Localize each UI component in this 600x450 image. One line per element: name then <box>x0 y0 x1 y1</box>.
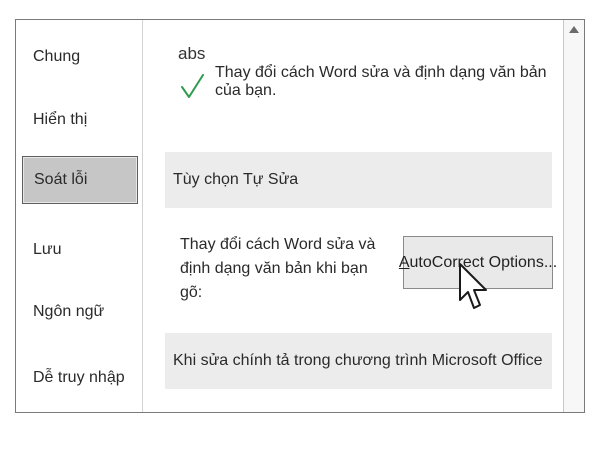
sidebar-item-label: Hiển thị <box>33 111 88 128</box>
mouse-pointer-icon <box>459 263 487 309</box>
section-title: Khi sửa chính tả trong chương trình Micr… <box>173 352 543 369</box>
vertical-scrollbar[interactable] <box>563 20 584 412</box>
sidebar-item-chung[interactable]: Chung <box>22 33 138 81</box>
sidebar-item-label: Soát lỗi <box>34 171 88 188</box>
sidebar-item-hien-thi[interactable]: Hiển thị <box>22 96 138 144</box>
scroll-up-arrow-icon[interactable] <box>569 26 579 33</box>
word-options-dialog: Chung Hiển thị Soát lỗi Lưu Ngôn ngữ Dễ … <box>15 19 585 413</box>
proofing-description: Thay đổi cách Word sửa và định dạng văn … <box>215 64 547 99</box>
sidebar-item-label: Dễ truy nhập <box>33 369 125 386</box>
sidebar-item-de-truy-nhap[interactable]: Dễ truy nhập <box>22 354 138 402</box>
sidebar-item-label: Chung <box>33 48 81 65</box>
options-sidebar: Chung Hiển thị Soát lỗi Lưu Ngôn ngữ Dễ … <box>16 20 143 412</box>
section-title: Tùy chọn Tự Sửa <box>173 171 299 188</box>
abs-checkmark-icon: abs <box>178 44 208 104</box>
sidebar-item-label: Lưu <box>33 241 62 258</box>
options-content: abs Thay đổi cách Word sửa và định dạng … <box>161 20 557 412</box>
button-accelerator: A <box>398 253 410 271</box>
sidebar-item-soat-loi[interactable]: Soát lỗi <box>22 156 138 204</box>
section-header-spelling: Khi sửa chính tả trong chương trình Micr… <box>165 333 552 389</box>
autocorrect-description: Thay đổi cách Word sửa và định dạng văn … <box>180 236 376 301</box>
section-header-autocorrect: Tùy chọn Tự Sửa <box>165 152 552 208</box>
sidebar-item-ngon-ngu[interactable]: Ngôn ngữ <box>22 288 138 336</box>
checkmark-icon <box>181 74 204 98</box>
sidebar-item-label: Ngôn ngữ <box>33 303 105 320</box>
sidebar-item-luu[interactable]: Lưu <box>22 226 138 274</box>
